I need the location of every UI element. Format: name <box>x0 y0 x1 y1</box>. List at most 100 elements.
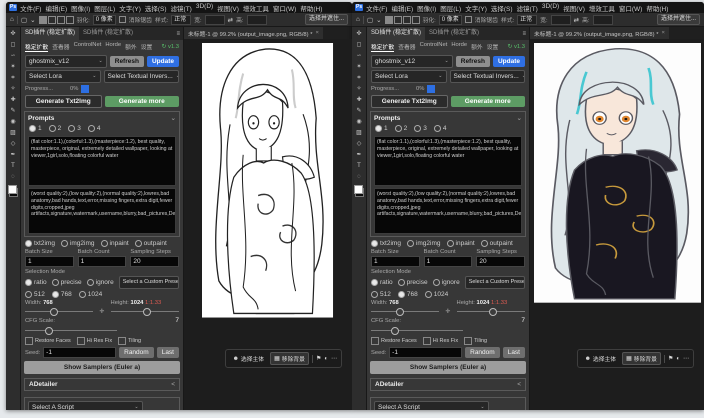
tool-button[interactable]: ✶ <box>354 62 364 72</box>
size-preset-radio[interactable]: 1024 <box>78 291 102 298</box>
tool-button[interactable]: ✚ <box>354 95 364 105</box>
plugin-subtab[interactable]: ControlNet <box>74 42 102 52</box>
home-icon[interactable]: ⌂ <box>10 16 14 23</box>
selection-mode-radio[interactable]: ratio <box>371 279 393 286</box>
height-field[interactable] <box>246 14 267 25</box>
plugin-subtab[interactable]: 稳定扩散 <box>371 42 395 52</box>
foreground-color-swatch[interactable] <box>8 185 17 194</box>
menu-item[interactable]: 文字(Y) <box>465 3 487 13</box>
adetailer-section[interactable]: ADetailer < <box>24 378 180 391</box>
plugin-subtab[interactable]: 查看器 <box>52 42 69 52</box>
cfg-scale-slider[interactable] <box>371 326 464 335</box>
color-swatches[interactable] <box>354 185 364 197</box>
batch-count-input[interactable]: 1 <box>77 256 127 267</box>
menu-item[interactable]: 图像(I) <box>71 3 90 13</box>
tool-button[interactable]: ✜ <box>8 29 18 39</box>
more-options-icon[interactable]: ⋯ <box>331 355 337 362</box>
menu-item[interactable]: 帮助(H) <box>300 3 322 13</box>
tool-button[interactable]: ✧ <box>8 84 18 94</box>
menu-item[interactable]: 视图(V) <box>217 3 239 13</box>
option-checkbox[interactable]: Hi Res Fix <box>76 337 112 345</box>
panel-menu-icon[interactable]: ≡ <box>173 31 183 37</box>
last-seed-button[interactable]: Last <box>502 347 525 358</box>
textual-inversion-select[interactable]: Select Textual Invers...⌄ <box>103 70 179 83</box>
tool-button[interactable]: ◻ <box>8 40 18 50</box>
menu-item[interactable]: 视图(V) <box>563 3 585 13</box>
seed-input[interactable]: -1 <box>43 347 117 358</box>
selection-mode-radio[interactable]: precise <box>397 279 428 286</box>
tool-button[interactable]: ◉ <box>8 117 18 127</box>
menu-item[interactable]: 滤镜(T) <box>171 3 192 13</box>
selection-mode-radio[interactable]: ratio <box>25 279 47 286</box>
menu-item[interactable]: 文件(F) <box>366 3 387 13</box>
menu-item[interactable]: 帮助(H) <box>646 3 668 13</box>
positive-prompt-textarea[interactable]: (flat color:1.1),(colorful:1.3),(masterp… <box>374 136 522 186</box>
refresh-button[interactable]: Refresh <box>109 56 144 67</box>
plugin-subtab[interactable]: Horde <box>105 42 121 52</box>
menu-item[interactable]: 文件(F) <box>20 3 41 13</box>
canvas-viewport[interactable]: ☻ 选择主体 ▦ 移除背景 ⚑ ◐ ⋯ <box>184 39 352 410</box>
tool-button[interactable]: T <box>354 161 364 171</box>
prompt-slot-radio[interactable]: 4 <box>433 125 447 132</box>
option-checkbox[interactable]: Restore Faces <box>371 337 417 345</box>
menu-item[interactable]: 滤镜(T) <box>517 3 538 13</box>
option-checkbox[interactable]: Hi Res Fix <box>422 337 458 345</box>
link-dimensions-icon[interactable]: ✛ <box>445 308 450 315</box>
generation-mode-radio[interactable]: img2img <box>60 240 95 247</box>
select-and-mask-button[interactable]: 选择并遮住... <box>304 14 348 25</box>
tool-button[interactable]: T <box>8 161 18 171</box>
generate-more-button[interactable]: Generate more <box>104 96 179 107</box>
lora-select[interactable]: Select Lora ⌄ <box>25 70 101 83</box>
generation-mode-radio[interactable]: txt2img <box>25 240 55 247</box>
size-preset-radio[interactable]: 768 <box>397 291 418 298</box>
generation-mode-radio[interactable]: img2img <box>406 240 441 247</box>
generation-mode-radio[interactable]: outpaint <box>480 240 513 247</box>
menu-item[interactable]: 选择(S) <box>491 3 513 13</box>
batch-size-input[interactable]: 1 <box>25 256 74 267</box>
width-field[interactable] <box>550 14 571 25</box>
menu-item[interactable]: 窗口(W) <box>273 3 296 13</box>
prompt-slot-radio[interactable]: 4 <box>87 125 101 132</box>
select-subject-button[interactable]: ☻ 选择主体 <box>230 353 268 364</box>
selection-combine-icons[interactable] <box>384 15 420 24</box>
sampling-steps-input[interactable]: 20 <box>476 256 526 267</box>
plugin-subtab[interactable]: 设置 <box>141 42 153 52</box>
document-tab[interactable]: 未标题-1 @ 99.2% (output_image.png, RGB/8) … <box>184 27 323 39</box>
random-seed-button[interactable]: Random <box>119 347 154 358</box>
option-checkbox[interactable]: Tiling <box>118 337 141 345</box>
adetailer-section[interactable]: ADetailer < <box>370 378 526 391</box>
plugin-subtab[interactable]: 额外 <box>125 42 137 52</box>
tool-button[interactable]: ◉ <box>354 117 364 127</box>
menu-item[interactable]: 3D(D) <box>542 3 559 13</box>
plugin-subtab[interactable]: 设置 <box>487 42 499 52</box>
close-icon[interactable]: × <box>661 30 664 36</box>
plugin-subtab[interactable]: ControlNet <box>420 42 448 52</box>
swap-dimensions-icon[interactable]: ⇄ <box>228 16 233 24</box>
menu-item[interactable]: 编辑(E) <box>391 3 413 13</box>
menu-item[interactable]: 图层(L) <box>94 3 115 13</box>
more-options-icon[interactable]: ⋯ <box>683 355 689 362</box>
lora-select[interactable]: Select Lora ⌄ <box>371 70 447 83</box>
canvas-viewport[interactable]: ☻ 选择主体 ▦ 移除背景 ⚑ ◐ ⋯ <box>530 39 704 410</box>
tool-button[interactable]: ✜ <box>354 29 364 39</box>
menu-item[interactable]: 增效工具 <box>243 3 269 13</box>
feather-input[interactable]: 0 像素 <box>438 14 462 25</box>
option-checkbox[interactable]: Tiling <box>464 337 487 345</box>
size-preset-radio[interactable]: 512 <box>371 291 391 298</box>
plugin-subtab[interactable]: Horde <box>451 42 467 52</box>
collapse-icon[interactable]: ⌄ <box>517 114 522 122</box>
update-button[interactable]: Update <box>492 56 525 67</box>
generate-txt2img-button[interactable]: Generate Txt2Img <box>371 95 448 108</box>
width-field[interactable] <box>204 14 225 25</box>
feather-input[interactable]: 0 像素 <box>92 14 116 25</box>
batch-size-input[interactable]: 1 <box>371 256 420 267</box>
plugin-subtab[interactable]: 查看器 <box>398 42 415 52</box>
custom-preset-select[interactable]: Select a Custom Preset⌄ <box>464 276 525 289</box>
tool-button[interactable]: ✧ <box>354 84 364 94</box>
panel-menu-icon[interactable]: ≡ <box>519 31 529 37</box>
tool-button[interactable]: ∽ <box>354 51 364 61</box>
prompt-slot-radio[interactable]: 3 <box>68 125 81 132</box>
tool-preset-caret-icon[interactable]: ⌄ <box>30 16 35 24</box>
generate-more-button[interactable]: Generate more <box>450 96 525 107</box>
flag-icon[interactable]: ⚑ <box>668 355 673 362</box>
